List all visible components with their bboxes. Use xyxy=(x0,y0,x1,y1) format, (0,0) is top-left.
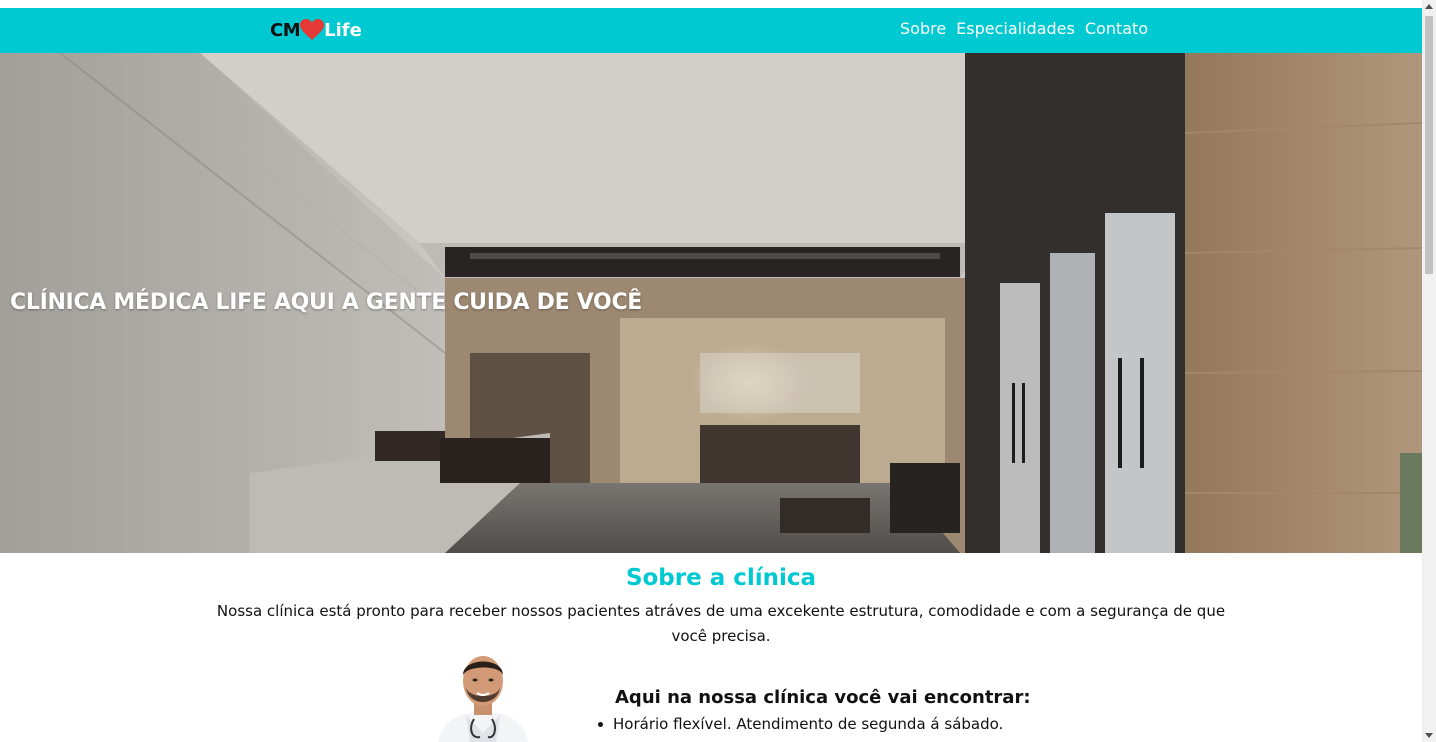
logo-life-text: Life xyxy=(324,19,362,41)
features-list: Horário flexível. Atendimento de segunda… xyxy=(613,715,1004,733)
scroll-up-arrow-icon[interactable] xyxy=(1425,4,1433,9)
nav-link-contato[interactable]: Contato xyxy=(1085,19,1148,38)
nav-links: Sobre Especialidades Contato xyxy=(900,19,1148,38)
heart-icon xyxy=(300,19,325,40)
logo[interactable]: CM Life xyxy=(270,18,362,42)
about-title: Sobre a clínica xyxy=(625,565,817,591)
about-description: Nossa clínica está pronto para receber n… xyxy=(216,602,1226,645)
nav-link-especialidades[interactable]: Especialidades xyxy=(956,19,1075,38)
scroll-down-arrow-icon[interactable] xyxy=(1425,733,1433,738)
hero-title: CLÍNICA MÉDICA LIFE AQUI A GENTE CUIDA D… xyxy=(10,290,643,315)
nav-link-sobre[interactable]: Sobre xyxy=(900,19,946,38)
features-title: Aqui na nossa clínica você vai encontrar… xyxy=(615,687,1031,708)
logo-cm-text: CM xyxy=(270,19,301,41)
feature-item: Horário flexível. Atendimento de segunda… xyxy=(613,715,1004,733)
scroll-thumb[interactable] xyxy=(1425,16,1433,274)
about-section: Sobre a clínica Nossa clínica está pront… xyxy=(0,553,1422,742)
navbar: CM Life Sobre Especialidades Contato xyxy=(0,8,1422,53)
hero-banner: CLÍNICA MÉDICA LIFE AQUI A GENTE CUIDA D… xyxy=(0,53,1422,553)
top-gap xyxy=(0,0,1422,8)
doctor-photo xyxy=(428,649,538,742)
scrollbar[interactable] xyxy=(1422,0,1436,742)
